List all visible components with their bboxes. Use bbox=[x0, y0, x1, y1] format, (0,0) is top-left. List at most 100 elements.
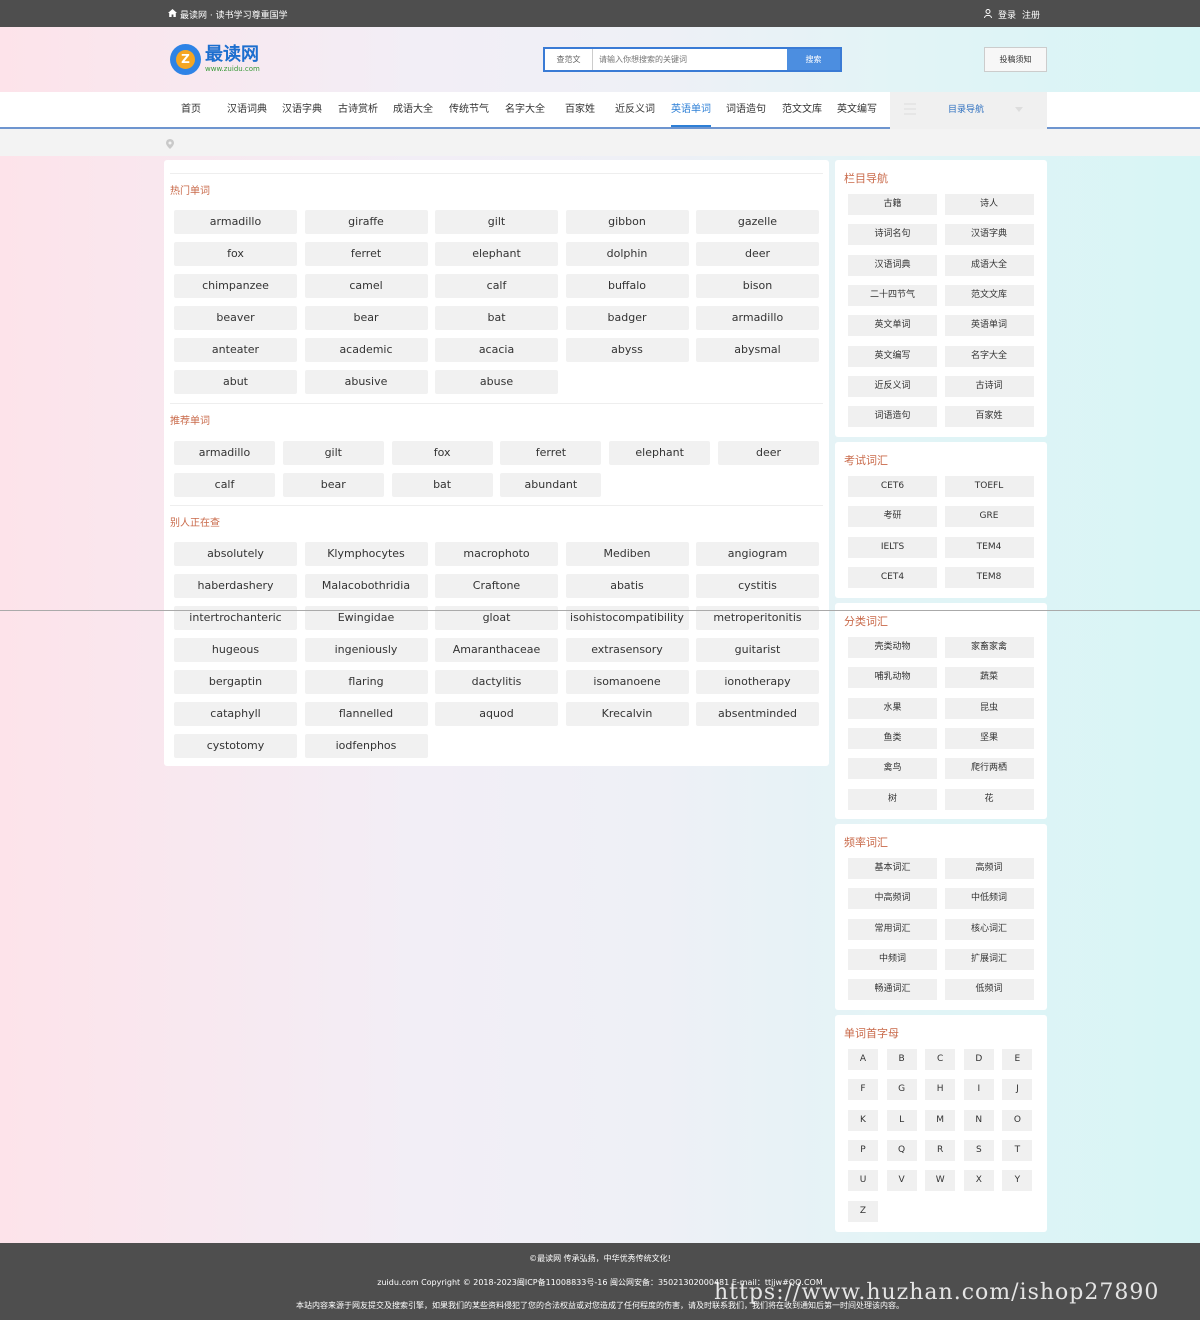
site-logo[interactable]: Z 最读网 www.zuidu.com bbox=[170, 44, 260, 75]
searched-word-button[interactable]: Mediben bbox=[565, 542, 689, 566]
nav-item-english-writing[interactable]: 英文编写 bbox=[837, 92, 877, 127]
searched-word-button[interactable]: abatis bbox=[565, 574, 689, 598]
letter-link[interactable]: K bbox=[848, 1109, 878, 1131]
searched-word-button[interactable]: isomanoene bbox=[565, 670, 689, 694]
hot-word-button[interactable]: abysmal bbox=[696, 338, 819, 362]
category-vocab-link[interactable]: 哺乳动物 bbox=[848, 667, 937, 689]
hot-word-button[interactable]: badger bbox=[565, 306, 689, 330]
letter-link[interactable]: Y bbox=[1002, 1170, 1033, 1192]
letter-link[interactable]: H bbox=[925, 1079, 956, 1101]
login-link[interactable]: 登录 bbox=[998, 8, 1016, 21]
hot-word-button[interactable]: fox bbox=[174, 242, 297, 266]
column-nav-link[interactable]: 英文编写 bbox=[848, 345, 937, 367]
searched-word-button[interactable]: dactylitis bbox=[435, 670, 558, 694]
letter-link[interactable]: O bbox=[1002, 1109, 1033, 1131]
hot-word-button[interactable]: dolphin bbox=[565, 242, 689, 266]
frequency-vocab-link[interactable]: 中低频词 bbox=[944, 888, 1034, 910]
search-input[interactable] bbox=[593, 49, 787, 70]
letter-link[interactable]: F bbox=[848, 1079, 878, 1101]
nav-item-chinese-dictionary[interactable]: 汉语词典 bbox=[227, 92, 267, 127]
letter-link[interactable]: M bbox=[925, 1109, 956, 1131]
searched-word-button[interactable]: macrophoto bbox=[435, 542, 558, 566]
category-vocab-link[interactable]: 水果 bbox=[848, 697, 937, 719]
searched-word-button[interactable]: Malacobothridia bbox=[304, 574, 428, 598]
recommended-word-button[interactable]: bat bbox=[391, 473, 493, 497]
searched-word-button[interactable]: extrasensory bbox=[565, 638, 689, 662]
hot-word-button[interactable]: buffalo bbox=[565, 274, 689, 298]
frequency-vocab-link[interactable]: 中频词 bbox=[848, 948, 937, 970]
exam-vocab-link[interactable]: 考研 bbox=[848, 506, 937, 528]
exam-vocab-link[interactable]: TOEFL bbox=[944, 476, 1034, 497]
column-nav-link[interactable]: 范文文库 bbox=[944, 284, 1034, 306]
category-vocab-link[interactable]: 蔬菜 bbox=[944, 667, 1034, 689]
search-button[interactable]: 搜索 bbox=[787, 49, 840, 70]
search-scope-select[interactable]: 查范文 bbox=[545, 49, 593, 70]
column-nav-link[interactable]: 汉语字典 bbox=[944, 224, 1034, 246]
nav-item-solar-terms[interactable]: 传统节气 bbox=[449, 92, 489, 127]
hot-word-button[interactable]: deer bbox=[696, 242, 819, 266]
letter-link[interactable]: B bbox=[886, 1049, 917, 1070]
nav-item-home[interactable]: 首页 bbox=[181, 92, 201, 127]
searched-word-button[interactable]: aquod bbox=[435, 702, 558, 726]
searched-word-button[interactable]: ionotherapy bbox=[696, 670, 819, 694]
letter-link[interactable]: Q bbox=[886, 1139, 917, 1161]
hot-word-button[interactable]: armadillo bbox=[174, 210, 297, 234]
category-vocab-link[interactable]: 鱼类 bbox=[848, 727, 937, 749]
frequency-vocab-link[interactable]: 中高频词 bbox=[848, 888, 937, 910]
column-nav-link[interactable]: 英文单词 bbox=[848, 315, 937, 337]
category-vocab-link[interactable]: 坚果 bbox=[944, 727, 1034, 749]
searched-word-button[interactable]: haberdashery bbox=[174, 574, 297, 598]
hot-word-button[interactable]: gilt bbox=[435, 210, 558, 234]
frequency-vocab-link[interactable]: 核心词汇 bbox=[944, 918, 1034, 940]
searched-word-button[interactable]: flannelled bbox=[304, 702, 428, 726]
letter-link[interactable]: D bbox=[963, 1049, 994, 1070]
frequency-vocab-link[interactable]: 扩展词汇 bbox=[944, 948, 1034, 970]
hot-word-button[interactable]: abusive bbox=[304, 370, 428, 394]
searched-word-button[interactable]: angiogram bbox=[696, 542, 819, 566]
letter-link[interactable]: N bbox=[963, 1109, 994, 1131]
catalog-nav-dropdown[interactable]: 目录导航 bbox=[890, 92, 1047, 129]
letter-link[interactable]: W bbox=[925, 1170, 956, 1192]
searched-word-button[interactable]: bergaptin bbox=[174, 670, 297, 694]
exam-vocab-link[interactable]: TEM4 bbox=[944, 536, 1034, 558]
searched-word-button[interactable]: cataphyll bbox=[174, 702, 297, 726]
searched-word-button[interactable]: flaring bbox=[304, 670, 428, 694]
letter-link[interactable]: P bbox=[848, 1139, 878, 1161]
hot-word-button[interactable]: camel bbox=[304, 274, 428, 298]
searched-word-button[interactable]: absolutely bbox=[174, 542, 297, 566]
column-nav-link[interactable]: 名字大全 bbox=[944, 345, 1034, 367]
letter-link[interactable]: C bbox=[925, 1049, 956, 1070]
hot-word-button[interactable]: bear bbox=[304, 306, 428, 330]
letter-link[interactable]: I bbox=[963, 1079, 994, 1101]
nav-item-idioms[interactable]: 成语大全 bbox=[393, 92, 433, 127]
hot-word-button[interactable]: academic bbox=[304, 338, 428, 362]
searched-word-button[interactable]: Krecalvin bbox=[565, 702, 689, 726]
hot-word-button[interactable]: gazelle bbox=[696, 210, 819, 234]
nav-item-character-dictionary[interactable]: 汉语字典 bbox=[282, 92, 322, 127]
recommended-word-button[interactable]: bear bbox=[282, 473, 384, 497]
searched-word-button[interactable]: cystitis bbox=[696, 574, 819, 598]
letter-link[interactable]: G bbox=[886, 1079, 917, 1101]
home-icon[interactable] bbox=[168, 9, 177, 20]
hot-word-button[interactable]: chimpanzee bbox=[174, 274, 297, 298]
recommended-word-button[interactable]: ferret bbox=[500, 441, 602, 465]
frequency-vocab-link[interactable]: 高频词 bbox=[944, 858, 1034, 879]
recommended-word-button[interactable]: armadillo bbox=[174, 441, 275, 465]
recommended-word-button[interactable]: elephant bbox=[609, 441, 711, 465]
searched-word-button[interactable]: Klymphocytes bbox=[304, 542, 428, 566]
category-vocab-link[interactable]: 花 bbox=[944, 788, 1034, 810]
contribute-guide-button[interactable]: 投稿须知 bbox=[984, 47, 1047, 72]
hot-word-button[interactable]: beaver bbox=[174, 306, 297, 330]
frequency-vocab-link[interactable]: 常用词汇 bbox=[848, 918, 937, 940]
hot-word-button[interactable]: gibbon bbox=[565, 210, 689, 234]
column-nav-link[interactable]: 成语大全 bbox=[944, 254, 1034, 276]
searched-word-button[interactable]: cystotomy bbox=[174, 734, 297, 758]
recommended-word-button[interactable]: fox bbox=[391, 441, 493, 465]
nav-item-names[interactable]: 名字大全 bbox=[505, 92, 545, 127]
recommended-word-button[interactable]: gilt bbox=[282, 441, 384, 465]
column-nav-link[interactable]: 汉语词典 bbox=[848, 254, 937, 276]
letter-link[interactable]: V bbox=[886, 1170, 917, 1192]
frequency-vocab-link[interactable]: 低频词 bbox=[944, 979, 1034, 1001]
searched-word-button[interactable]: hugeous bbox=[174, 638, 297, 662]
column-nav-link[interactable]: 词语造句 bbox=[848, 406, 937, 428]
